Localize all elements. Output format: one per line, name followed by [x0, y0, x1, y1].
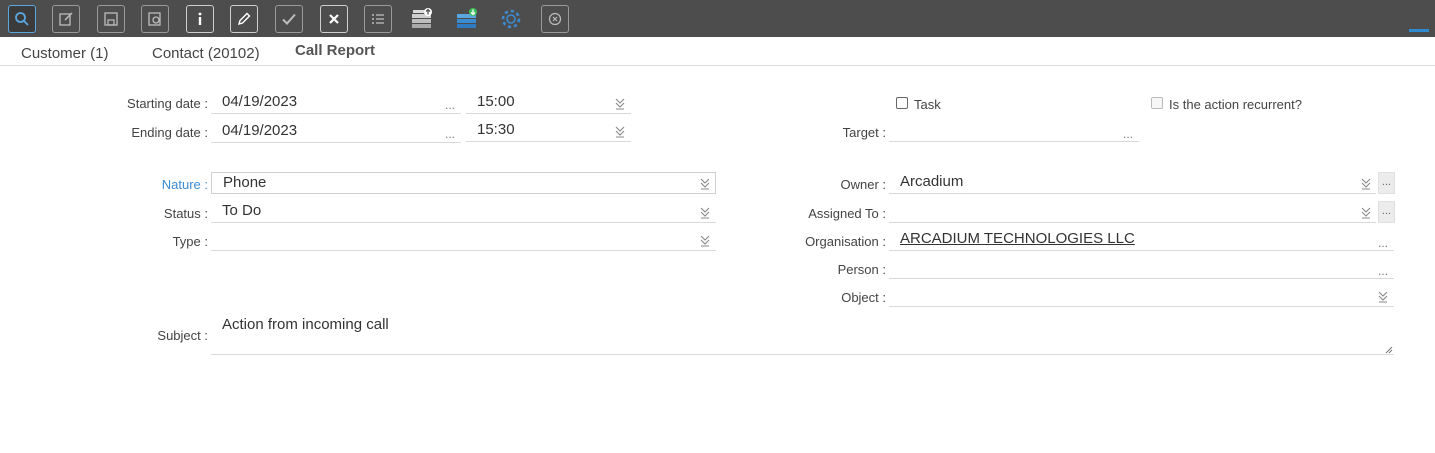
cancel-button[interactable]: [541, 5, 569, 33]
cancel-icon: [548, 12, 562, 26]
person-label: Person :: [837, 262, 886, 277]
type-label: Type :: [172, 234, 208, 249]
recurrent-label: Is the action recurrent?: [1169, 97, 1302, 112]
edit-icon: [59, 12, 73, 26]
settings-button[interactable]: [497, 5, 525, 33]
subject-textarea[interactable]: Action from incoming call: [211, 313, 1394, 355]
tab-call-report[interactable]: Call Report: [295, 42, 375, 59]
upload-icon: [412, 8, 432, 28]
download-icon: [457, 8, 477, 28]
ending-date-label: Ending date :: [131, 125, 208, 140]
owner-lookup-button[interactable]: ...: [1378, 172, 1395, 194]
ending-time-value: 15:30: [477, 121, 515, 138]
info-icon: [198, 12, 202, 25]
close-button[interactable]: [320, 5, 348, 33]
object-label: Object :: [841, 290, 886, 305]
chevron-down-icon[interactable]: [614, 125, 626, 139]
organisation-label: Organisation :: [805, 234, 886, 249]
starting-date-value: 04/19/2023: [222, 93, 298, 110]
tab-bar: Customer (1) Contact (20102) Call Report: [0, 37, 1435, 66]
type-select[interactable]: [211, 229, 716, 251]
close-icon: [329, 14, 339, 24]
resize-handle-icon[interactable]: [1385, 346, 1393, 354]
assigned-to-label: Assigned To :: [808, 206, 886, 221]
owner-select[interactable]: Arcadium: [889, 172, 1376, 194]
validate-button[interactable]: [275, 5, 303, 33]
list-icon: [372, 14, 384, 24]
copy-button[interactable]: [141, 5, 169, 33]
nature-value: Phone: [223, 174, 267, 191]
owner-value: Arcadium: [900, 173, 964, 190]
owner-label: Owner :: [840, 177, 886, 192]
chevron-down-icon[interactable]: [1360, 177, 1372, 191]
target-label: Target :: [842, 125, 886, 140]
chevron-down-icon[interactable]: [1360, 206, 1372, 220]
organisation-picker[interactable]: ...: [1378, 236, 1388, 250]
ending-date-picker[interactable]: ...: [445, 127, 455, 141]
task-checkbox[interactable]: [896, 97, 908, 109]
task-label: Task: [914, 97, 941, 112]
starting-date-picker[interactable]: ...: [445, 98, 455, 112]
subject-value: Action from incoming call: [222, 316, 389, 333]
download-button[interactable]: [453, 5, 481, 33]
organisation-field[interactable]: ARCADIUM TECHNOLOGIES LLC: [889, 229, 1394, 251]
edit-button[interactable]: [52, 5, 80, 33]
starting-time-field[interactable]: 15:00: [466, 92, 631, 114]
ending-date-value: 04/19/2023: [222, 122, 298, 139]
target-picker[interactable]: ...: [1123, 127, 1133, 141]
recurrent-checkbox[interactable]: [1151, 97, 1163, 109]
status-label: Status :: [163, 206, 208, 221]
panel-indicator[interactable]: [1409, 29, 1429, 32]
tab-customer[interactable]: Customer (1): [21, 45, 109, 62]
check-icon: [282, 13, 296, 25]
save-icon: [104, 12, 118, 26]
pencil-icon: [237, 12, 251, 26]
chevron-down-icon[interactable]: [699, 177, 711, 191]
pencil-button[interactable]: [230, 5, 258, 33]
starting-date-field[interactable]: 04/19/2023: [211, 92, 461, 114]
person-picker[interactable]: ...: [1378, 264, 1388, 278]
chevron-down-icon[interactable]: [614, 97, 626, 111]
target-field[interactable]: [889, 120, 1139, 142]
info-button[interactable]: [186, 5, 214, 33]
ending-time-field[interactable]: 15:30: [466, 120, 631, 142]
person-field[interactable]: [889, 257, 1394, 279]
nature-label: Nature :: [161, 177, 208, 192]
starting-time-value: 15:00: [477, 93, 515, 110]
toolbar: [0, 0, 1435, 37]
organisation-link[interactable]: ARCADIUM TECHNOLOGIES LLC: [900, 230, 1135, 247]
gear-icon: [501, 9, 521, 29]
starting-date-label: Starting date :: [127, 96, 208, 111]
nature-select[interactable]: Phone: [211, 172, 716, 194]
list-button[interactable]: [364, 5, 392, 33]
tab-contact[interactable]: Contact (20102): [152, 45, 260, 62]
status-value: To Do: [222, 202, 262, 219]
search-icon: [15, 12, 29, 26]
subject-label: Subject :: [157, 328, 208, 343]
upload-button[interactable]: [408, 5, 436, 33]
assigned-to-select[interactable]: [889, 201, 1376, 223]
chevron-down-icon[interactable]: [1377, 290, 1389, 304]
object-select[interactable]: [889, 285, 1394, 307]
status-select[interactable]: To Do: [211, 201, 716, 223]
chevron-down-icon[interactable]: [699, 234, 711, 248]
chevron-down-icon[interactable]: [699, 206, 711, 220]
copy-icon: [148, 12, 161, 26]
ending-date-field[interactable]: 04/19/2023: [211, 121, 461, 143]
search-button[interactable]: [8, 5, 36, 33]
assigned-to-lookup-button[interactable]: ...: [1378, 201, 1395, 223]
save-button[interactable]: [97, 5, 125, 33]
